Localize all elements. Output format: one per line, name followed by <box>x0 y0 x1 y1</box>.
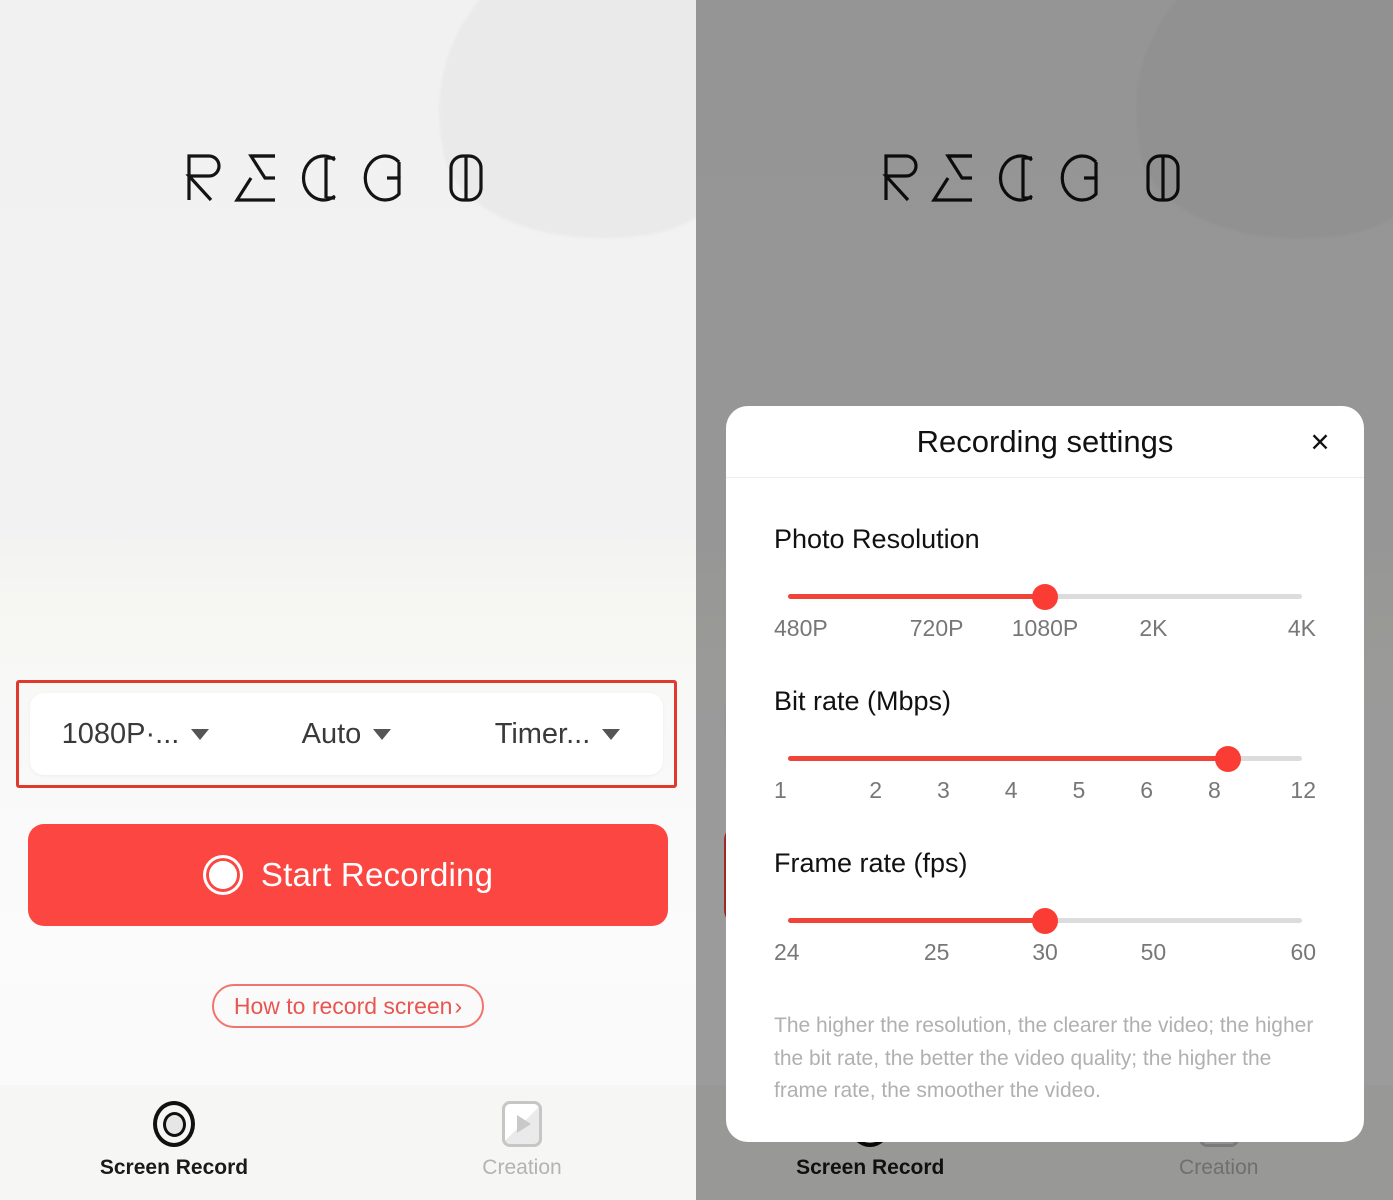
frame-rate-title: Frame rate (fps) <box>774 848 968 879</box>
bit-rate-slider[interactable] <box>788 746 1302 773</box>
nav-item-screen-record[interactable]: Screen Record <box>0 1101 348 1180</box>
tick-label: 1080P <box>1011 615 1079 642</box>
chevron-down-icon <box>602 728 621 740</box>
tick-label: 50 <box>1140 939 1167 966</box>
nav-item-creation[interactable]: Creation <box>348 1101 696 1180</box>
sheet-body: Photo Resolution 480P 720P 1080P 2K 4K B… <box>726 478 1364 1010</box>
start-recording-button[interactable]: Start Recording <box>28 824 668 926</box>
bit-rate-ticks: 1 2 3 4 5 6 8 12 <box>774 777 1316 804</box>
chevron-down-icon <box>191 728 210 740</box>
recording-settings-sheet: Recording settings × Photo Resolution 48… <box>726 406 1364 1142</box>
tick-label: 25 <box>923 939 950 966</box>
tick-label: 2 <box>869 777 883 804</box>
tick-label: 720P <box>909 615 964 642</box>
sheet-header: Recording settings × <box>726 406 1364 479</box>
settings-hint-text: The higher the resolution, the clearer t… <box>774 1014 1314 1103</box>
tick-label: 4 <box>1004 777 1018 804</box>
slider-thumb[interactable] <box>1215 746 1242 773</box>
tick-label: 24 <box>774 939 800 966</box>
frame-rate-slider[interactable] <box>788 908 1302 935</box>
slider-fill <box>788 918 1045 924</box>
tick-label: 60 <box>1290 939 1317 966</box>
tick-label: 6 <box>1140 777 1154 804</box>
right-phone-screen: 1080P·... Auto Timer... Start Recording … <box>696 0 1393 1200</box>
start-recording-label: Start Recording <box>260 856 494 893</box>
bit-rate-title: Bit rate (Mbps) <box>774 686 952 717</box>
slider-fill <box>788 594 1045 600</box>
resolution-dropdown-label: 1080P·... <box>61 717 180 750</box>
nav-label-screen-record: Screen Record <box>99 1156 249 1179</box>
resolution-dropdown[interactable]: 1080P·... <box>30 718 241 751</box>
photo-resolution-title: Photo Resolution <box>774 524 980 555</box>
slider-thumb[interactable] <box>1032 908 1058 935</box>
tick-label: 2K <box>1139 615 1168 642</box>
tick-label: 5 <box>1072 777 1086 804</box>
screenshot-root: 1080P·... Auto Timer... Start Recording … <box>0 0 1393 1200</box>
setting-group-photo-resolution: Photo Resolution 480P 720P 1080P 2K 4K <box>774 524 1316 642</box>
chevron-down-icon <box>373 728 392 740</box>
record-circle-icon <box>153 1101 195 1147</box>
photo-resolution-slider[interactable] <box>788 584 1302 611</box>
recording-options-bar: 1080P·... Auto Timer... <box>30 693 663 775</box>
tick-label: 8 <box>1207 777 1221 804</box>
recgo-wordmark-icon <box>185 154 483 202</box>
orientation-dropdown[interactable]: Auto <box>241 718 452 751</box>
tick-label: 3 <box>936 777 950 804</box>
how-to-record-button[interactable]: How to record screen › <box>212 984 484 1028</box>
tick-label: 4K <box>1287 615 1317 642</box>
timer-dropdown[interactable]: Timer... <box>452 718 663 751</box>
chevron-right-icon: › <box>454 992 463 1019</box>
bottom-navigation: Screen Record Creation <box>0 1085 696 1200</box>
frame-rate-ticks: 24 25 30 50 60 <box>774 939 1316 966</box>
tick-label: 480P <box>774 615 828 642</box>
slider-fill <box>788 756 1229 762</box>
how-to-record-label: How to record screen <box>233 992 453 1019</box>
left-phone-screen: 1080P·... Auto Timer... Start Recording … <box>0 0 696 1200</box>
setting-group-bit-rate: Bit rate (Mbps) 1 2 3 4 5 6 8 12 <box>774 686 1316 804</box>
app-logo <box>0 148 696 208</box>
slider-thumb[interactable] <box>1032 584 1058 611</box>
record-dot-icon <box>202 855 243 895</box>
orientation-dropdown-label: Auto <box>301 717 362 750</box>
photo-resolution-ticks: 480P 720P 1080P 2K 4K <box>774 615 1316 642</box>
setting-group-frame-rate: Frame rate (fps) 24 25 30 50 60 <box>774 848 1316 966</box>
tick-label: 1 <box>774 777 787 804</box>
decorative-blob <box>416 0 696 262</box>
timer-dropdown-label: Timer... <box>494 717 591 750</box>
tick-label: 30 <box>1032 939 1058 966</box>
play-square-icon <box>502 1101 542 1147</box>
tick-label: 12 <box>1290 777 1316 804</box>
sheet-title: Recording settings <box>916 423 1174 459</box>
close-icon[interactable]: × <box>1298 420 1342 464</box>
nav-label-creation: Creation <box>482 1156 562 1179</box>
